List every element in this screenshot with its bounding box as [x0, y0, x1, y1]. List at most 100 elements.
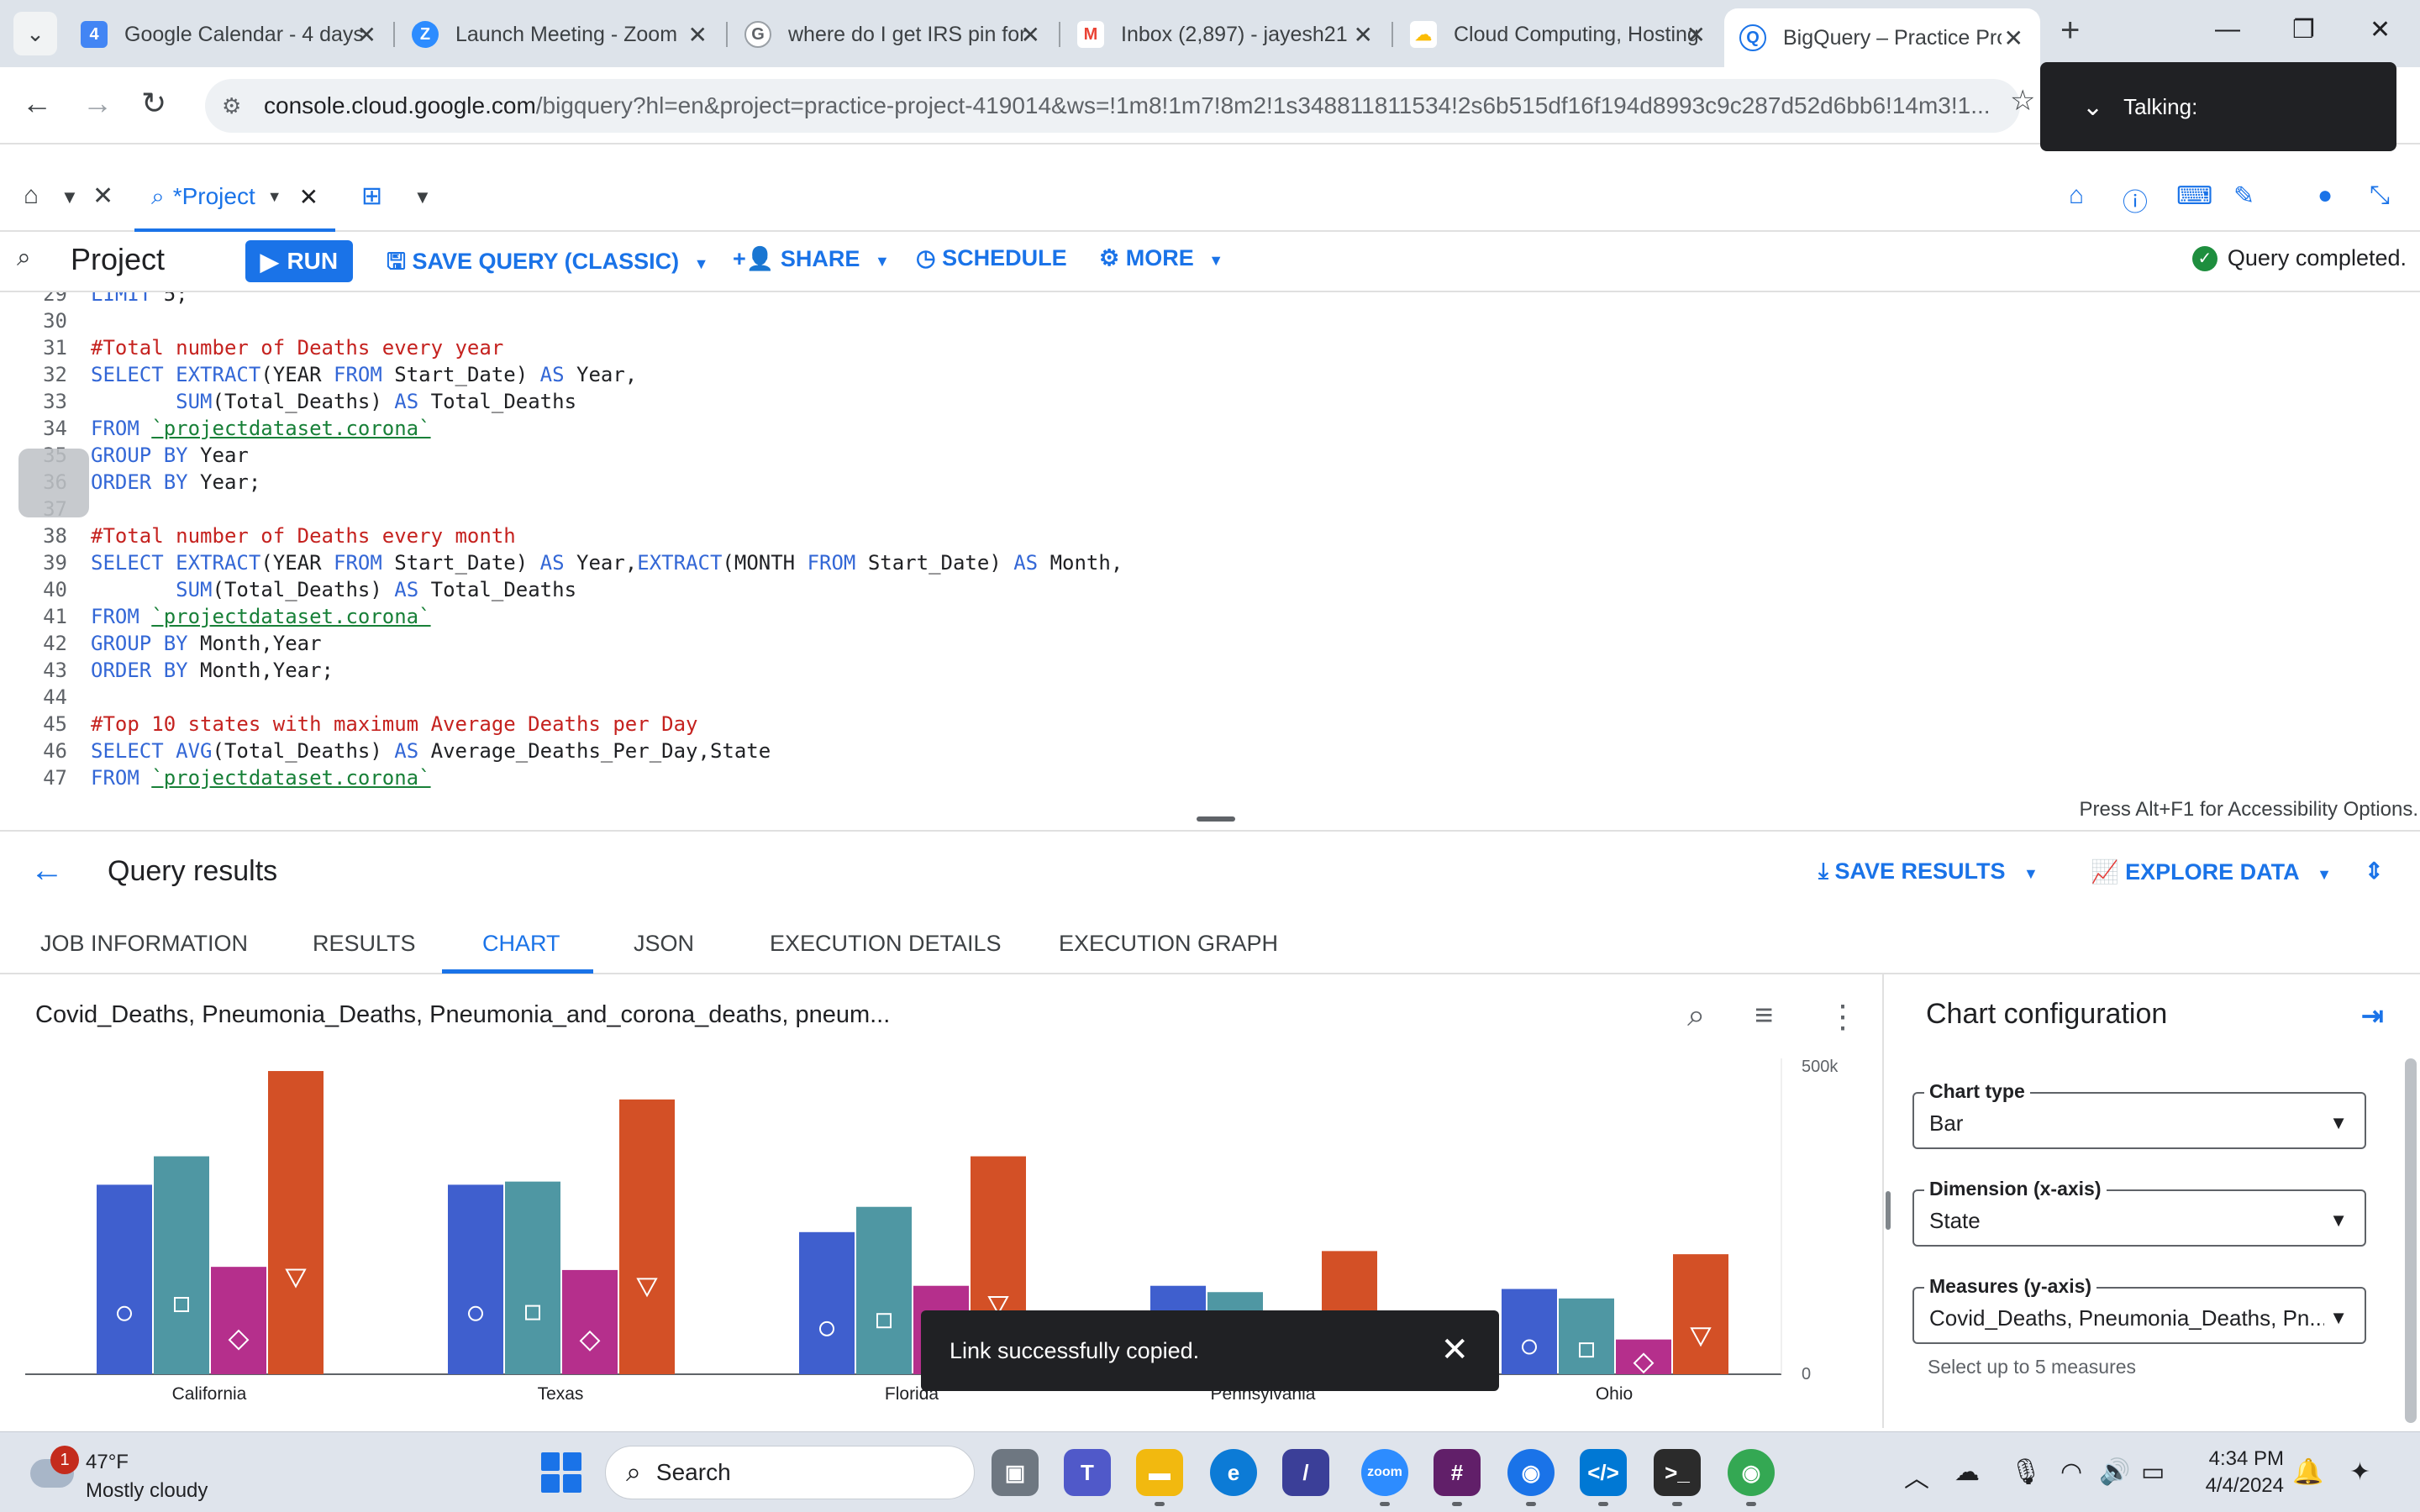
- close-icon[interactable]: ✕: [1354, 21, 1373, 49]
- search-icon: ⌕: [626, 1457, 641, 1487]
- dimension-select[interactable]: Dimension (x-axis) State ▼: [1912, 1178, 2366, 1247]
- add-query-icon[interactable]: ⊞: [361, 181, 382, 211]
- tab-chart[interactable]: CHART: [482, 931, 560, 957]
- bar: [448, 1184, 503, 1374]
- collapse-panel-icon[interactable]: ⇥: [2361, 1000, 2384, 1032]
- close-icon[interactable]: ✕: [2004, 24, 2023, 52]
- tab-json[interactable]: JSON: [634, 931, 694, 957]
- browser-tab-calendar[interactable]: 4 Google Calendar - 4 days ✕: [66, 8, 393, 60]
- back-icon[interactable]: ←: [22, 86, 52, 121]
- forward-icon[interactable]: →: [82, 86, 113, 121]
- info-icon[interactable]: ⓘ: [2123, 181, 2148, 218]
- chart-type-select[interactable]: Chart type Bar ▼: [1912, 1080, 2366, 1149]
- reload-icon[interactable]: ↻: [141, 86, 166, 121]
- microphone-icon[interactable]: 🎙: [2010, 1457, 2042, 1487]
- windows-start-icon[interactable]: [541, 1452, 581, 1493]
- tab-execution-graph[interactable]: EXECUTION GRAPH: [1059, 931, 1278, 957]
- close-window-icon[interactable]: ✕: [2370, 15, 2391, 45]
- teams-icon[interactable]: T: [1064, 1449, 1111, 1496]
- close-icon[interactable]: ✕: [1021, 21, 1040, 49]
- back-arrow-icon[interactable]: ←: [30, 852, 64, 890]
- share-button[interactable]: +👤 SHARE ▼: [733, 245, 890, 272]
- page-title: Project: [71, 242, 166, 276]
- zoom-app-icon[interactable]: zoom: [1361, 1449, 1408, 1506]
- browser-tab-google-search[interactable]: G where do I get IRS pin for ✕: [729, 8, 1057, 60]
- address-bar[interactable]: ⚙ console.cloud.google.com/bigquery?hl=e…: [205, 79, 2020, 133]
- taskbar-search[interactable]: ⌕ Search: [605, 1446, 975, 1499]
- zoom-icon[interactable]: ⌕: [1687, 998, 1705, 1034]
- app-icon[interactable]: /: [1282, 1449, 1329, 1496]
- minimize-icon[interactable]: —: [2215, 15, 2240, 44]
- tab-project[interactable]: ⌕ *Project ▼ ✕: [134, 165, 336, 232]
- chrome-icon[interactable]: ◉: [1507, 1449, 1555, 1506]
- close-icon[interactable]: ✕: [1686, 21, 1706, 49]
- ai-assist-icon[interactable]: [18, 449, 89, 517]
- vscode-icon[interactable]: </>: [1580, 1449, 1627, 1506]
- close-icon[interactable]: ✕: [1440, 1331, 1469, 1369]
- more-button[interactable]: ⚙ MORE ▼: [1099, 245, 1223, 271]
- file-explorer-icon[interactable]: ▬: [1136, 1449, 1183, 1506]
- lightbulb-icon[interactable]: ●: [2317, 181, 2333, 210]
- onedrive-icon[interactable]: ☁: [1954, 1457, 1980, 1487]
- close-icon[interactable]: ✕: [688, 21, 708, 49]
- chevron-down-icon[interactable]: ⌄: [2082, 92, 2103, 122]
- chrome-profile-icon[interactable]: ◉: [1728, 1449, 1775, 1506]
- tab-results[interactable]: RESULTS: [313, 931, 416, 957]
- y-tick-label: 500k: [1802, 1058, 1839, 1076]
- tab-execution-details[interactable]: EXECUTION DETAILS: [770, 931, 1002, 957]
- legend-toggle-icon[interactable]: ≡: [1754, 998, 1773, 1034]
- close-icon[interactable]: ✕: [299, 183, 318, 211]
- snackbar: Link successfully copied. ✕: [921, 1310, 1499, 1391]
- scrollbar[interactable]: [2405, 1058, 2417, 1423]
- bookmark-star-icon[interactable]: ☆: [2010, 84, 2035, 118]
- caret-down-icon[interactable]: ▼: [60, 186, 79, 208]
- task-view-icon[interactable]: ▣: [992, 1449, 1039, 1496]
- new-tab-button[interactable]: +: [2060, 12, 2080, 50]
- line-number: 29: [43, 292, 67, 306]
- wifi-icon[interactable]: ◠: [2060, 1457, 2082, 1487]
- explore-data-button[interactable]: 📈 EXPLORE DATA ▼: [2091, 858, 2332, 885]
- more-vert-icon[interactable]: ⋮: [1827, 998, 1859, 1036]
- battery-icon[interactable]: ▭: [2141, 1457, 2165, 1487]
- restore-icon[interactable]: ❐: [2292, 15, 2315, 45]
- talking-label: Talking:: [2123, 93, 2198, 119]
- home-icon[interactable]: ⌂: [2069, 181, 2084, 210]
- tab-search-dropdown[interactable]: ⌄: [13, 12, 57, 55]
- caret-down-icon[interactable]: ▼: [413, 186, 432, 208]
- site-info-icon[interactable]: ⚙: [222, 93, 241, 119]
- clock[interactable]: 4:34 PM 4/4/2024: [2183, 1446, 2284, 1499]
- copilot-icon[interactable]: ✦: [2349, 1457, 2370, 1487]
- sql-editor[interactable]: 29 LIMIT 5; 30 31 #Total number of Deaths ev…: [0, 292, 2420, 796]
- browser-tab-zoom[interactable]: Z Launch Meeting - Zoom ✕: [397, 8, 724, 60]
- caret-down-icon[interactable]: ▼: [267, 188, 282, 206]
- run-button[interactable]: ▶ RUN: [245, 240, 353, 282]
- slack-icon[interactable]: #: [1434, 1449, 1481, 1506]
- browser-tab-bigquery[interactable]: Q BigQuery – Practice Proj ✕: [1724, 8, 2040, 67]
- tab-job-information[interactable]: JOB INFORMATION: [40, 931, 248, 957]
- format-icon[interactable]: ✎: [2233, 181, 2254, 211]
- schedule-button[interactable]: ◷ SCHEDULE: [916, 245, 1067, 271]
- volume-icon[interactable]: 🔊: [2099, 1457, 2130, 1487]
- close-icon[interactable]: ✕: [92, 181, 113, 211]
- measures-hint: Select up to 5 measures: [1928, 1356, 2137, 1378]
- bar: [619, 1099, 675, 1374]
- bar: [562, 1269, 618, 1374]
- close-icon[interactable]: ✕: [357, 21, 376, 49]
- browser-tab-cloud[interactable]: ☁ Cloud Computing, Hosting ✕: [1395, 8, 1723, 60]
- keyboard-icon[interactable]: ⌨: [2176, 181, 2212, 211]
- save-query-button[interactable]: 🖫 SAVE QUERY (CLASSIC) ▼: [387, 245, 708, 284]
- zoom-icon: Z: [412, 21, 439, 48]
- chevron-up-icon[interactable]: ︿: [1904, 1457, 1929, 1494]
- collapse-icon[interactable]: ⤡: [2370, 181, 2390, 210]
- weather-widget[interactable]: 1 47°F Mostly cloudy: [25, 1446, 244, 1504]
- terminal-icon[interactable]: >_: [1654, 1449, 1701, 1506]
- home-icon[interactable]: ⌂: [24, 181, 39, 210]
- browser-tab-gmail[interactable]: M Inbox (2,897) - jayesh21 ✕: [1062, 8, 1390, 60]
- expand-icon[interactable]: ⇕: [2365, 858, 2384, 885]
- save-results-button[interactable]: ⤓ SAVE RESULTS ▼: [1818, 858, 2039, 885]
- bell-icon[interactable]: 🔔: [2292, 1457, 2323, 1487]
- caret-down-icon: ▼: [2329, 1112, 2348, 1133]
- measures-select[interactable]: Measures (y-axis) Covid_Deaths, Pneumoni…: [1912, 1275, 2366, 1344]
- resize-handle[interactable]: [1197, 816, 1235, 822]
- edge-icon[interactable]: e: [1210, 1449, 1257, 1496]
